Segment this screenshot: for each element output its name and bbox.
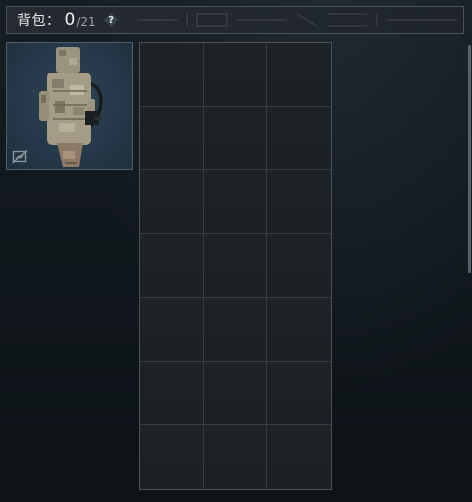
inventory-slot[interactable] xyxy=(267,43,331,107)
inventory-slot[interactable] xyxy=(140,297,204,362)
backpack-inventory-grid xyxy=(139,42,332,490)
inventory-slot[interactable] xyxy=(203,106,268,171)
backpack-capacity-bar: 背包： 0 /21 ? xyxy=(6,6,464,34)
inventory-slot[interactable] xyxy=(203,297,268,362)
backpack-label: 背包： xyxy=(17,13,61,29)
inventory-slot[interactable] xyxy=(267,425,331,489)
inventory-slot[interactable] xyxy=(140,170,204,235)
inventory-slot[interactable] xyxy=(203,234,268,298)
unequip-icon[interactable] xyxy=(12,150,28,164)
inventory-slot[interactable] xyxy=(140,425,204,489)
inventory-slot[interactable] xyxy=(140,361,204,426)
help-icon[interactable]: ? xyxy=(104,13,119,28)
inventory-slot[interactable] xyxy=(267,234,331,298)
scrollbar[interactable] xyxy=(468,45,471,273)
inventory-slot[interactable] xyxy=(267,361,331,426)
inventory-slot[interactable] xyxy=(267,170,331,235)
capacity-max: /21 xyxy=(76,15,96,29)
header-decoration xyxy=(137,13,457,27)
inventory-slot[interactable] xyxy=(203,425,268,489)
inventory-slot[interactable] xyxy=(140,43,204,107)
inventory-slot[interactable] xyxy=(203,170,268,235)
inventory-slot[interactable] xyxy=(267,106,331,171)
help-symbol: ? xyxy=(108,14,115,26)
equipped-backpack-slot[interactable] xyxy=(6,42,133,170)
inventory-slot[interactable] xyxy=(267,297,331,362)
item-count: 0 xyxy=(64,10,76,30)
inventory-slot[interactable] xyxy=(203,361,268,426)
inventory-slot[interactable] xyxy=(203,43,268,107)
inventory-slot[interactable] xyxy=(140,234,204,298)
inventory-slot[interactable] xyxy=(140,106,204,171)
